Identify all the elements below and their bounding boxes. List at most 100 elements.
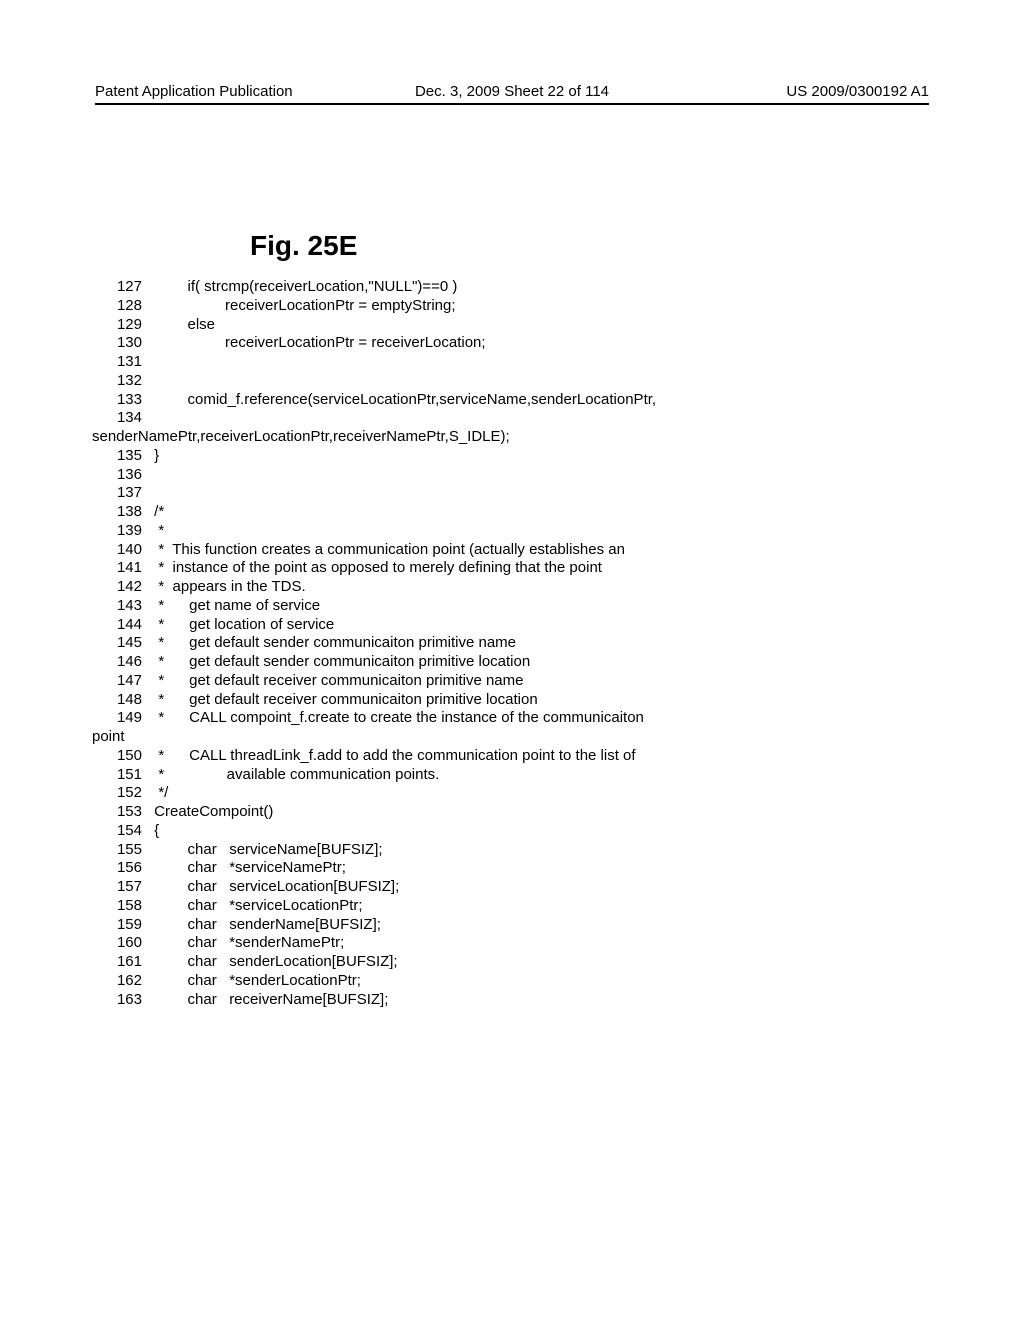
- line-number: 139: [102, 522, 150, 541]
- line-number: 162: [102, 972, 150, 991]
- code-line: 127 if( strcmp(receiverLocation,"NULL")=…: [102, 278, 656, 297]
- code-line: 132: [102, 372, 656, 391]
- line-number: 128: [102, 297, 150, 316]
- code-line: 153 CreateCompoint(): [102, 803, 656, 822]
- code-line: 142 * appears in the TDS.: [102, 578, 656, 597]
- line-number: 132: [102, 372, 150, 391]
- header-right: US 2009/0300192 A1: [651, 83, 929, 100]
- line-text: * appears in the TDS.: [150, 578, 306, 595]
- code-line: 134: [102, 409, 656, 428]
- code-line: 138 /*: [102, 503, 656, 522]
- code-line: 160 char *senderNamePtr;: [102, 934, 656, 953]
- line-text: * get location of service: [150, 616, 334, 633]
- line-text: }: [150, 447, 159, 464]
- line-number: 148: [102, 691, 150, 710]
- code-line: 154 {: [102, 822, 656, 841]
- figure-title: Fig. 25E: [250, 230, 357, 262]
- code-line: 161 char senderLocation[BUFSIZ];: [102, 953, 656, 972]
- line-number: 152: [102, 784, 150, 803]
- code-line: 162 char *senderLocationPtr;: [102, 972, 656, 991]
- line-number: 161: [102, 953, 150, 972]
- code-line: 140 * This function creates a communicat…: [102, 541, 656, 560]
- code-line: 145 * get default sender communicaiton p…: [102, 634, 656, 653]
- code-line: 152 */: [102, 784, 656, 803]
- line-number: 144: [102, 616, 150, 635]
- line-number: 146: [102, 653, 150, 672]
- code-line: 163 char receiverName[BUFSIZ];: [102, 991, 656, 1010]
- line-text: receiverLocationPtr = receiverLocation;: [150, 334, 486, 351]
- code-line: 146 * get default sender communicaiton p…: [102, 653, 656, 672]
- line-text: comid_f.reference(serviceLocationPtr,ser…: [150, 391, 656, 408]
- code-line: 159 char senderName[BUFSIZ];: [102, 916, 656, 935]
- line-number: 145: [102, 634, 150, 653]
- code-line: 151 * available communication points.: [102, 766, 656, 785]
- line-text: * CALL threadLink_f.add to add the commu…: [150, 747, 636, 764]
- line-number: 129: [102, 316, 150, 335]
- code-line: 156 char *serviceNamePtr;: [102, 859, 656, 878]
- line-number: 135: [102, 447, 150, 466]
- code-line: 150 * CALL threadLink_f.add to add the c…: [102, 747, 656, 766]
- line-text: char *serviceLocationPtr;: [150, 897, 363, 914]
- line-number: 159: [102, 916, 150, 935]
- line-text: char *senderNamePtr;: [150, 934, 344, 951]
- line-number: 141: [102, 559, 150, 578]
- line-text: * get name of service: [150, 597, 320, 614]
- line-number: 147: [102, 672, 150, 691]
- line-number: 134: [102, 409, 150, 428]
- line-number: 160: [102, 934, 150, 953]
- line-number: 156: [102, 859, 150, 878]
- line-text: * instance of the point as opposed to me…: [150, 559, 602, 576]
- code-line: 130 receiverLocationPtr = receiverLocati…: [102, 334, 656, 353]
- line-number: 136: [102, 466, 150, 485]
- line-number: 133: [102, 391, 150, 410]
- line-number: 153: [102, 803, 150, 822]
- code-line: 129 else: [102, 316, 656, 335]
- line-number: 149: [102, 709, 150, 728]
- code-line: 143 * get name of service: [102, 597, 656, 616]
- line-text: * available communication points.: [150, 766, 439, 783]
- line-number: 143: [102, 597, 150, 616]
- line-text: char *serviceNamePtr;: [150, 859, 346, 876]
- line-text: * CALL compoint_f.create to create the i…: [150, 709, 644, 726]
- line-text: * get default receiver communicaiton pri…: [150, 691, 538, 708]
- line-number: 158: [102, 897, 150, 916]
- line-text: /*: [150, 503, 164, 520]
- line-text: char receiverName[BUFSIZ];: [150, 991, 388, 1008]
- code-line: 155 char serviceName[BUFSIZ];: [102, 841, 656, 860]
- line-number: 154: [102, 822, 150, 841]
- line-number: 127: [102, 278, 150, 297]
- code-line: 135 }: [102, 447, 656, 466]
- line-text: else: [150, 316, 215, 333]
- code-line: 147 * get default receiver communicaiton…: [102, 672, 656, 691]
- code-line: 157 char serviceLocation[BUFSIZ];: [102, 878, 656, 897]
- line-text: char senderName[BUFSIZ];: [150, 916, 381, 933]
- line-text: * get default sender communicaiton primi…: [150, 653, 530, 670]
- line-text: * get default sender communicaiton primi…: [150, 634, 516, 651]
- line-number: 130: [102, 334, 150, 353]
- header-middle: Dec. 3, 2009 Sheet 22 of 114: [373, 83, 651, 100]
- code-line: 144 * get location of service: [102, 616, 656, 635]
- page-header: Patent Application Publication Dec. 3, 2…: [95, 83, 929, 105]
- source-code-listing: 127 if( strcmp(receiverLocation,"NULL")=…: [102, 278, 656, 1009]
- line-number: 131: [102, 353, 150, 372]
- line-text: char *senderLocationPtr;: [150, 972, 361, 989]
- line-text: char senderLocation[BUFSIZ];: [150, 953, 398, 970]
- line-number: 163: [102, 991, 150, 1010]
- line-text: char serviceLocation[BUFSIZ];: [150, 878, 399, 895]
- code-line: 149 * CALL compoint_f.create to create t…: [102, 709, 656, 728]
- line-number: 138: [102, 503, 150, 522]
- line-text: char serviceName[BUFSIZ];: [150, 841, 383, 858]
- line-text: {: [150, 822, 159, 839]
- code-line: 136: [102, 466, 656, 485]
- line-text: */: [150, 784, 168, 801]
- code-line: 137: [102, 484, 656, 503]
- line-number: 137: [102, 484, 150, 503]
- code-line: senderNamePtr,receiverLocationPtr,receiv…: [92, 428, 656, 447]
- header-left: Patent Application Publication: [95, 83, 373, 100]
- code-line: point: [92, 728, 656, 747]
- line-number: 140: [102, 541, 150, 560]
- line-number: 151: [102, 766, 150, 785]
- line-text: * get default receiver communicaiton pri…: [150, 672, 524, 689]
- code-line: 133 comid_f.reference(serviceLocationPtr…: [102, 391, 656, 410]
- line-text: *: [150, 522, 164, 539]
